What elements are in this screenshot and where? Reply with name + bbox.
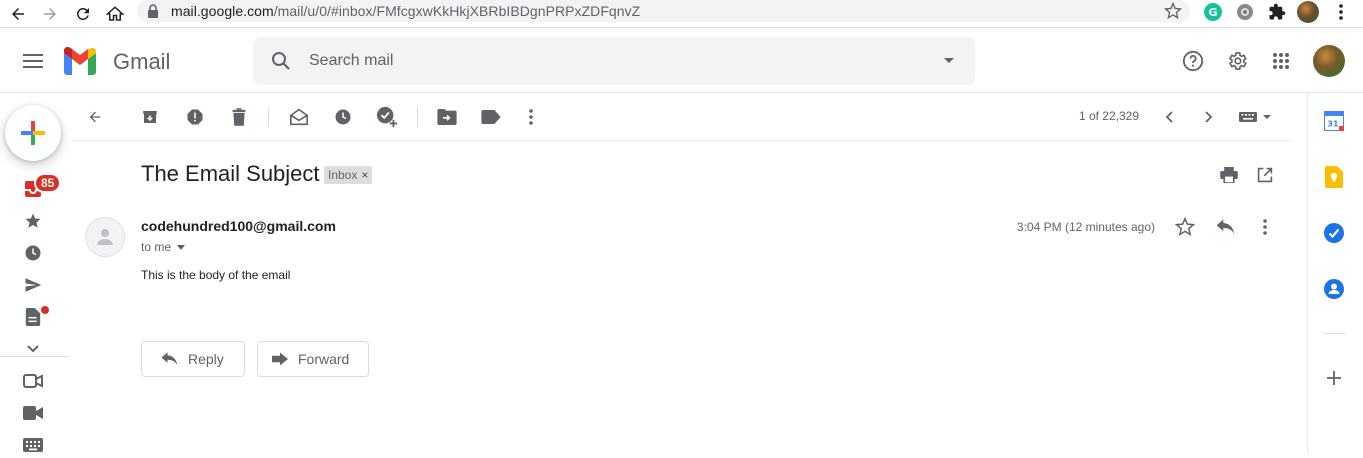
account-avatar[interactable] bbox=[1313, 45, 1345, 77]
reply-arrow-icon[interactable] bbox=[1214, 216, 1236, 238]
snooze-clock-icon[interactable] bbox=[331, 105, 355, 129]
back-arrow-icon[interactable] bbox=[6, 2, 30, 26]
reply-button-label: Reply bbox=[188, 351, 224, 367]
browser-bar: mail.google.com/mail/u/0/#inbox/FMfcgxwK… bbox=[0, 0, 1363, 28]
google-calendar-icon[interactable]: 31 bbox=[1322, 109, 1346, 133]
inbox-unread-badge: 85 bbox=[34, 173, 62, 193]
add-to-tasks-icon[interactable] bbox=[375, 105, 399, 129]
label-chip-text: Inbox bbox=[328, 168, 358, 182]
message-toolbar: 1 of 22,329 bbox=[70, 93, 1292, 141]
sender-avatar[interactable] bbox=[85, 217, 125, 257]
star-bookmark-icon[interactable] bbox=[1164, 2, 1182, 20]
search-icon[interactable] bbox=[269, 49, 293, 73]
sent-send-icon[interactable] bbox=[20, 272, 46, 298]
lock-icon bbox=[147, 4, 159, 18]
print-icon[interactable] bbox=[1218, 164, 1240, 186]
recipient-text: to me bbox=[141, 240, 172, 254]
side-panel: 31 bbox=[1307, 93, 1363, 453]
remove-label-close-icon[interactable]: × bbox=[361, 168, 368, 182]
older-chevron-right-icon[interactable] bbox=[1197, 105, 1221, 129]
pagination-count: 1 of 22,329 bbox=[1078, 109, 1139, 123]
search-input[interactable] bbox=[309, 49, 909, 73]
forward-arrow-icon bbox=[272, 352, 288, 366]
move-to-folder-icon[interactable] bbox=[435, 105, 459, 129]
starred-star-icon[interactable] bbox=[20, 208, 46, 234]
more-message-options-icon[interactable] bbox=[1254, 216, 1276, 238]
sender-email[interactable]: codehundred100@gmail.com bbox=[141, 218, 336, 234]
url-text: mail.google.com/mail/u/0/#inbox/FMfcgxwK… bbox=[171, 3, 641, 19]
address-bar[interactable]: mail.google.com/mail/u/0/#inbox/FMfcgxwK… bbox=[137, 0, 1190, 22]
search-options-dropdown-icon[interactable] bbox=[943, 57, 955, 64]
search-bar[interactable] bbox=[253, 37, 975, 85]
star-message-icon[interactable] bbox=[1174, 216, 1196, 238]
back-to-inbox-arrow-icon[interactable] bbox=[83, 105, 107, 129]
email-subject: The Email Subject bbox=[141, 161, 320, 186]
forward-arrow-icon[interactable] bbox=[38, 2, 62, 26]
app-name[interactable]: Gmail bbox=[113, 49, 170, 75]
main-menu-icon[interactable] bbox=[17, 45, 49, 77]
label-tag-icon[interactable] bbox=[479, 105, 503, 129]
newer-chevron-left-icon[interactable] bbox=[1157, 105, 1181, 129]
report-spam-icon[interactable] bbox=[183, 105, 207, 129]
delete-trash-icon[interactable] bbox=[227, 105, 251, 129]
open-in-new-window-icon[interactable] bbox=[1254, 164, 1276, 186]
browser-menu-icon[interactable] bbox=[1330, 1, 1352, 23]
meet-video-icon[interactable] bbox=[20, 400, 46, 426]
recipient-dropdown-icon[interactable] bbox=[177, 244, 186, 250]
puzzle-extensions-icon[interactable] bbox=[1266, 1, 1288, 23]
mark-unread-envelope-icon[interactable] bbox=[287, 105, 311, 129]
keyboard-icon[interactable] bbox=[20, 432, 46, 458]
grammarly-extension-icon[interactable]: G bbox=[1202, 1, 1224, 23]
input-tools-keyboard-icon[interactable] bbox=[1236, 105, 1276, 129]
svg-text:G: G bbox=[1208, 6, 1217, 19]
google-keep-icon[interactable] bbox=[1322, 165, 1346, 189]
compose-button[interactable] bbox=[5, 105, 61, 161]
gear-extension-icon[interactable] bbox=[1234, 1, 1256, 23]
gmail-header: Gmail bbox=[0, 29, 1363, 93]
google-contacts-icon[interactable] bbox=[1322, 277, 1346, 301]
profile-avatar[interactable] bbox=[1297, 1, 1319, 23]
forward-button[interactable]: Forward bbox=[257, 341, 369, 377]
recipient-details[interactable]: to me bbox=[141, 240, 186, 254]
apps-grid-icon[interactable] bbox=[1265, 45, 1297, 77]
message-time: 3:04 PM (12 minutes ago) bbox=[1016, 220, 1155, 234]
email-body: This is the body of the email bbox=[141, 268, 291, 282]
gmail-logo-icon[interactable] bbox=[62, 47, 98, 75]
archive-icon[interactable] bbox=[138, 105, 162, 129]
get-addons-plus-icon[interactable] bbox=[1322, 366, 1346, 390]
meet-new-meeting-icon[interactable] bbox=[20, 368, 46, 394]
reply-button[interactable]: Reply bbox=[141, 341, 245, 377]
google-tasks-icon[interactable] bbox=[1322, 221, 1346, 245]
settings-gear-icon[interactable] bbox=[1221, 45, 1253, 77]
drafts-indicator-dot bbox=[41, 306, 49, 314]
more-options-vertical-icon[interactable] bbox=[519, 105, 543, 129]
toolbar-divider bbox=[268, 107, 269, 127]
snoozed-clock-icon[interactable] bbox=[20, 240, 46, 266]
calendar-day-number: 31 bbox=[1327, 120, 1339, 129]
toolbar-divider bbox=[417, 107, 418, 127]
forward-button-label: Forward bbox=[298, 351, 350, 367]
reply-arrow-icon bbox=[160, 352, 178, 366]
inbox-label-chip[interactable]: Inbox × bbox=[324, 166, 373, 184]
reload-icon[interactable] bbox=[71, 2, 95, 26]
nav-divider bbox=[0, 356, 68, 357]
more-chevron-down-icon[interactable] bbox=[20, 336, 46, 362]
help-icon[interactable] bbox=[1177, 45, 1209, 77]
home-icon[interactable] bbox=[103, 2, 127, 26]
side-panel-divider bbox=[1324, 333, 1346, 334]
